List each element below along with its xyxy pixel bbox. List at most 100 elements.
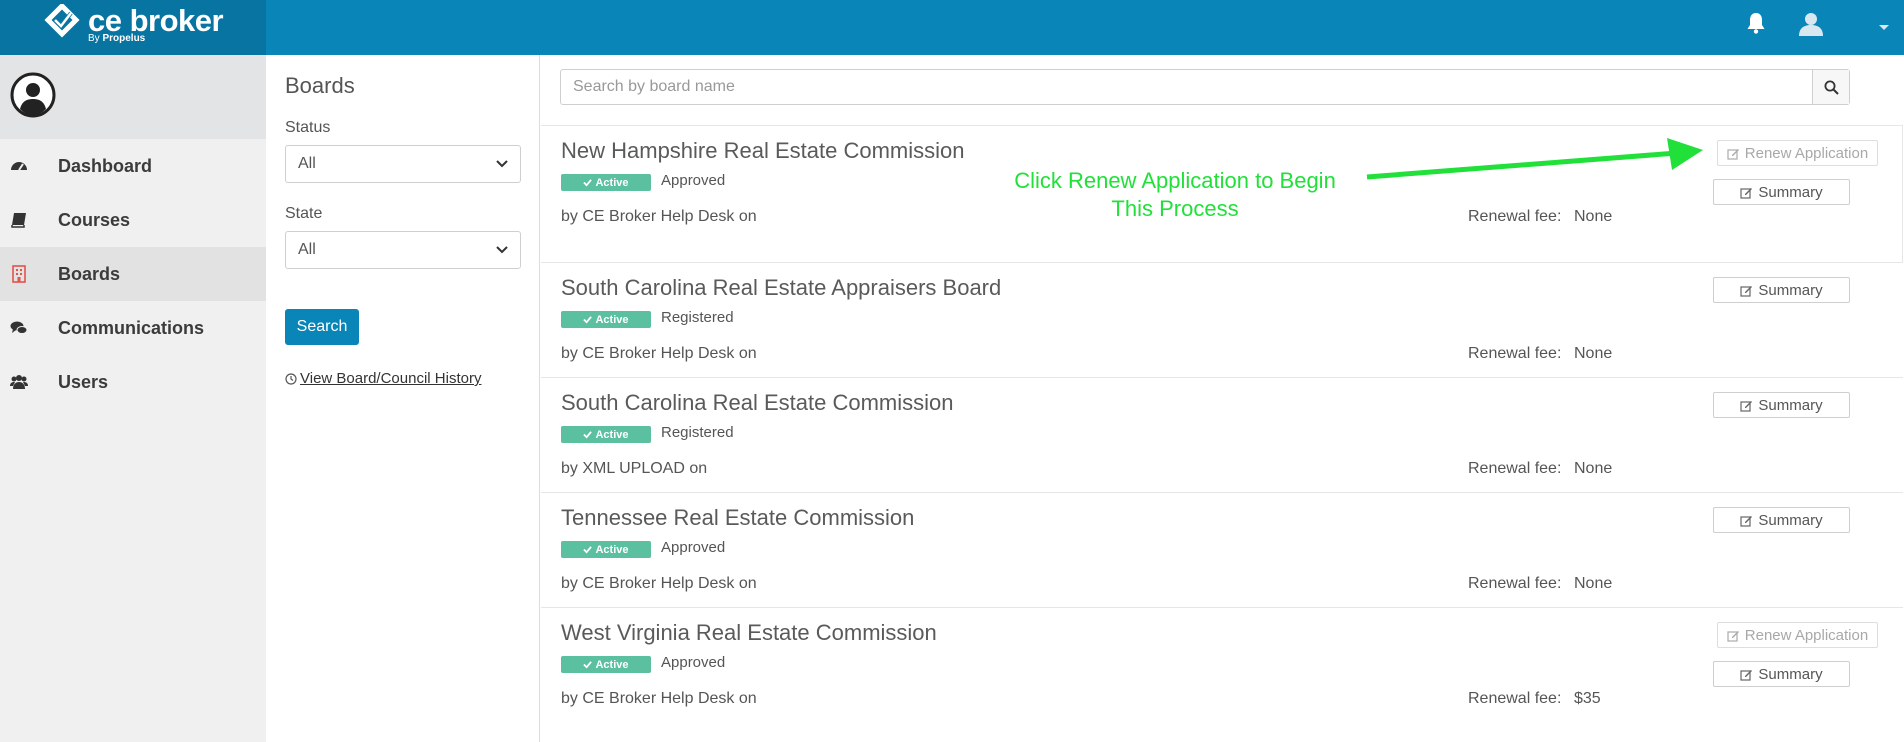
state-select[interactable]: All	[285, 231, 521, 269]
search-bar	[560, 69, 1850, 105]
edit-icon	[1727, 148, 1739, 160]
renew-application-label: Renew Application	[1744, 144, 1869, 162]
profile-area	[0, 55, 266, 139]
board-status: Registered	[661, 424, 734, 441]
annotation-line-2: This Process	[1111, 196, 1239, 221]
sidebar-item-communications[interactable]: Communications	[0, 301, 266, 355]
check-icon	[583, 431, 593, 439]
search-button[interactable]: Search	[285, 309, 359, 345]
dashboard-icon	[11, 162, 27, 171]
board-name: West Virginia Real Estate Commission	[561, 620, 937, 645]
status-badge: Active	[561, 174, 651, 191]
status-badge-label: Active	[595, 176, 629, 189]
chevron-down-icon[interactable]	[1878, 24, 1890, 32]
edit-icon	[1740, 515, 1753, 527]
board-name: Tennessee Real Estate Commission	[561, 505, 915, 530]
search-submit-button[interactable]	[1812, 70, 1849, 104]
annotation-line-1: Click Renew Application to Begin	[1014, 168, 1336, 193]
edit-icon	[1740, 669, 1753, 681]
board-status: Approved	[661, 539, 726, 556]
renewal-fee-label: Renewal fee:	[1468, 690, 1562, 707]
clock-icon	[285, 372, 297, 385]
annotation-text: Click Renew Application to Begin This Pr…	[985, 167, 1365, 223]
renewal-fee-value: None	[1574, 460, 1613, 477]
status-label: Status	[285, 119, 331, 136]
status-select[interactable]: All	[285, 145, 521, 183]
brand-diamond-icon	[44, 4, 80, 38]
renewal-fee-value: None	[1574, 208, 1613, 225]
brand-by: By	[88, 33, 100, 44]
check-icon	[583, 179, 593, 187]
edit-icon	[1740, 187, 1753, 199]
brand-logo[interactable]: ce broker By Propelus	[0, 0, 266, 55]
status-badge: Active	[561, 311, 651, 328]
board-source: by CE Broker Help Desk on	[561, 690, 757, 707]
board-name: South Carolina Real Estate Appraisers Bo…	[561, 275, 1002, 300]
renewal-fee-label: Renewal fee:	[1468, 575, 1562, 592]
summary-label: Summary	[1758, 511, 1823, 529]
status-badge: Active	[561, 541, 651, 558]
board-name: New Hampshire Real Estate Commission	[561, 138, 965, 163]
status-select-value: All	[298, 155, 316, 172]
check-icon	[583, 661, 593, 669]
status-badge-label: Active	[595, 658, 629, 671]
book-icon	[11, 213, 26, 228]
board-icon	[12, 265, 26, 283]
summary-label: Summary	[1758, 183, 1823, 201]
filter-panel: Boards Status All State All Search View …	[266, 55, 540, 742]
board-row: West Virginia Real Estate Commission Act…	[541, 607, 1903, 727]
sidebar-item-label: Courses	[58, 209, 131, 230]
board-name: South Carolina Real Estate Commission	[561, 390, 954, 415]
user-icon[interactable]	[1798, 12, 1824, 36]
top-header: ce broker By Propelus	[0, 0, 1904, 55]
board-status: Registered	[661, 309, 734, 326]
search-input[interactable]	[561, 70, 1812, 104]
chevron-down-icon	[496, 246, 508, 254]
summary-button[interactable]: Summary	[1713, 507, 1850, 533]
view-history-link[interactable]: View Board/Council History	[285, 370, 481, 387]
page-title: Boards	[285, 73, 355, 98]
bell-icon[interactable]	[1746, 12, 1766, 34]
summary-button[interactable]: Summary	[1713, 277, 1850, 303]
status-badge: Active	[561, 656, 651, 673]
check-icon	[583, 316, 593, 324]
board-status: Approved	[661, 654, 726, 671]
sidebar-item-dashboard[interactable]: Dashboard	[0, 139, 266, 193]
board-row: South Carolina Real Estate Appraisers Bo…	[541, 262, 1903, 377]
board-source: by CE Broker Help Desk on	[561, 208, 757, 225]
renewal-fee-value: None	[1574, 345, 1613, 362]
sidebar-item-courses[interactable]: Courses	[0, 193, 266, 247]
renewal-fee-value: $35	[1574, 690, 1601, 707]
sidebar-item-boards[interactable]: Boards	[0, 247, 266, 301]
renew-application-button[interactable]: Renew Application	[1717, 140, 1878, 166]
status-badge-label: Active	[595, 313, 629, 326]
renew-application-button[interactable]: Renew Application	[1717, 622, 1878, 648]
summary-button[interactable]: Summary	[1713, 179, 1850, 205]
sidebar-item-label: Communications	[58, 317, 205, 338]
brand-company: Propelus	[102, 33, 146, 44]
avatar-icon[interactable]	[10, 72, 56, 118]
sidebar-item-label: Boards	[58, 263, 121, 284]
status-badge-label: Active	[595, 428, 629, 441]
check-icon	[583, 546, 593, 554]
chevron-down-icon	[496, 160, 508, 168]
brand-subtitle: By Propelus	[88, 33, 145, 44]
sidebar-item-users[interactable]: Users	[0, 355, 266, 409]
summary-label: Summary	[1758, 396, 1823, 414]
renewal-fee-label: Renewal fee:	[1468, 345, 1562, 362]
summary-button[interactable]: Summary	[1713, 661, 1850, 687]
sidebar: Dashboard Courses Boards Communications	[0, 55, 266, 742]
summary-button[interactable]: Summary	[1713, 392, 1850, 418]
annotation-arrow-icon	[1366, 138, 1703, 180]
status-badge: Active	[561, 426, 651, 443]
board-status: Approved	[661, 172, 726, 189]
users-icon	[10, 375, 28, 389]
renewal-fee-value: None	[1574, 575, 1613, 592]
board-source: by CE Broker Help Desk on	[561, 345, 757, 362]
edit-icon	[1740, 400, 1753, 412]
comments-icon	[10, 321, 28, 334]
board-row: Tennessee Real Estate Commission Active …	[541, 492, 1903, 607]
view-history-label: View Board/Council History	[300, 370, 482, 387]
sidebar-item-label: Users	[58, 371, 109, 392]
summary-label: Summary	[1758, 281, 1823, 299]
